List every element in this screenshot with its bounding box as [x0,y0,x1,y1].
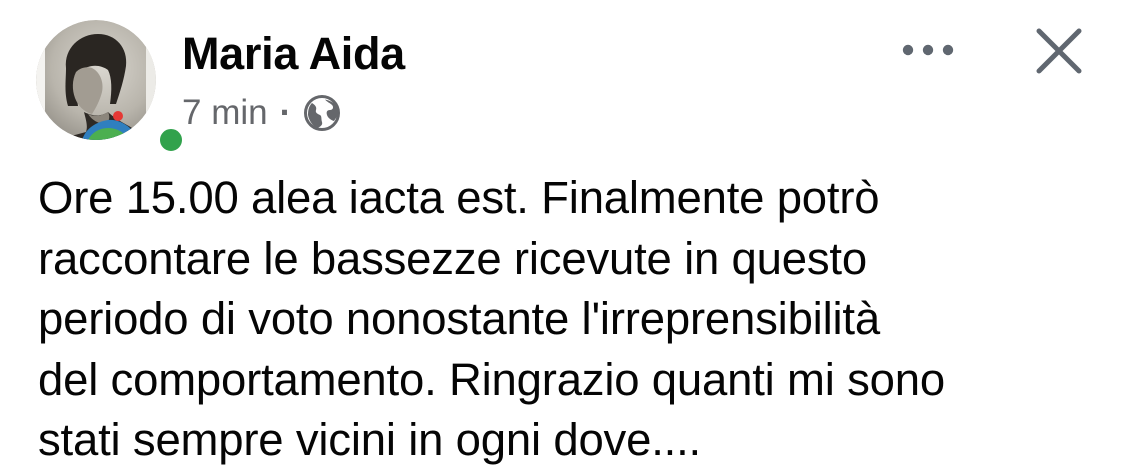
close-button[interactable] [1030,24,1088,78]
post-text-line: periodo di voto nonostante l'irreprensib… [38,293,880,344]
post-text-line: del comportamento. Ringrazio quanti mi s… [38,353,945,405]
post-timestamp[interactable]: 7 min [182,92,268,134]
post-text-line: raccontare le bassezze ricevute in quest… [38,232,867,284]
meta-separator: · [279,93,292,132]
more-options-button[interactable] [898,26,958,74]
post-text-line: Ore 15.00 alea iacta est. Finalmente pot… [38,172,880,223]
avatar[interactable] [36,20,187,156]
post-meta: 7 min · [182,92,341,134]
globe-icon[interactable] [303,94,341,132]
post-text: Ore 15.00 alea iacta est. Finalmente pot… [38,168,1098,471]
author-name[interactable]: Maria Aida [182,28,405,80]
avatar-photo [36,20,156,140]
post-header: Maria Aida 7 min · [0,0,1125,160]
post-text-line: stati sempre vicini in ogni dove.... [38,414,701,465]
